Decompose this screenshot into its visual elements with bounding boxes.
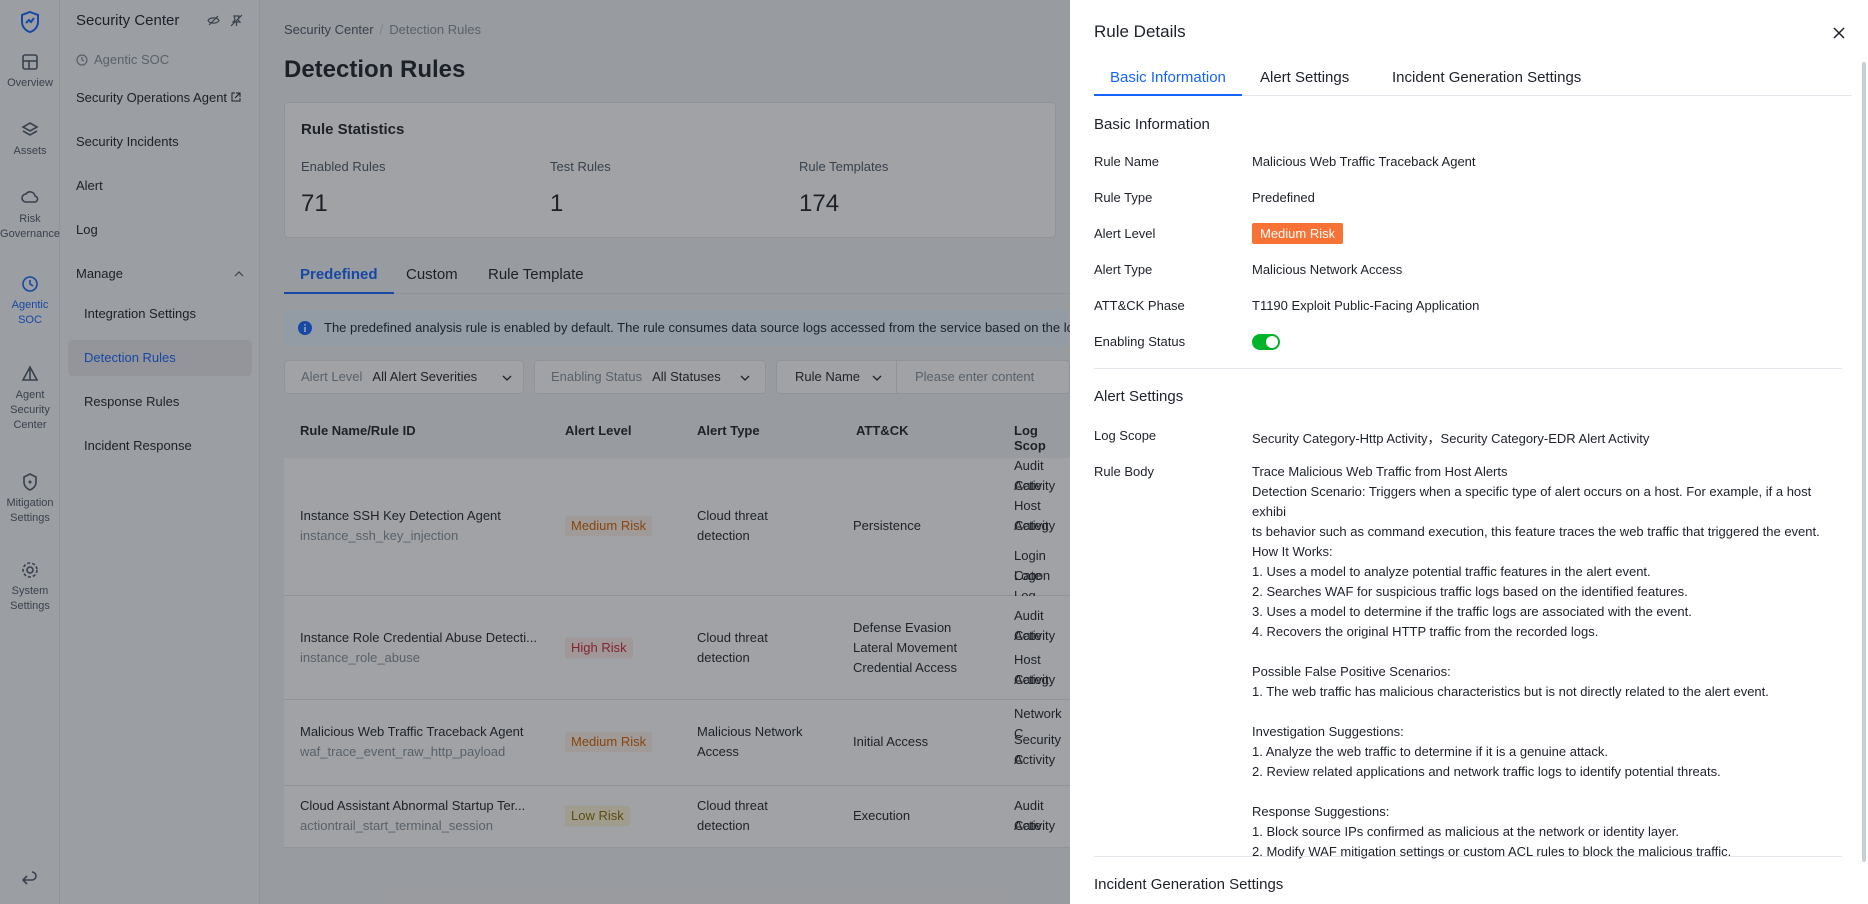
rule-body-line: Response Suggestions: — [1252, 804, 1390, 819]
rule-body-line: Detection Scenario: Triggers when a spec… — [1252, 484, 1812, 519]
alert-level-label: Alert Level — [1094, 226, 1156, 241]
tab-alert-settings[interactable]: Alert Settings — [1260, 69, 1349, 96]
rule-details-drawer: Rule Details Basic Information Alert Set… — [1070, 0, 1868, 904]
log-scope-value: Security Category-Http Activity，Security… — [1252, 431, 1650, 446]
rule-body-line: Investigation Suggestions: — [1252, 724, 1404, 739]
drawer-tabs: Basic Information Alert Settings Inciden… — [1094, 62, 1852, 96]
close-icon[interactable] — [1832, 26, 1846, 40]
rule-body-line — [1252, 702, 1842, 722]
tab-basic-information[interactable]: Basic Information — [1094, 69, 1242, 96]
rule-body-line: 4. Recovers the original HTTP traffic fr… — [1252, 624, 1599, 639]
alert-type-value: Malicious Network Access — [1252, 262, 1403, 277]
rule-body-line: 1. Block source IPs confirmed as malicio… — [1252, 824, 1680, 839]
attck-phase-label: ATT&CK Phase — [1094, 298, 1185, 313]
rule-body-line — [1252, 642, 1842, 662]
rule-body-line: ts behavior such as command execution, t… — [1252, 524, 1820, 539]
rule-body-line: 2. Modify WAF mitigation settings or cus… — [1252, 844, 1732, 859]
divider — [1094, 368, 1842, 369]
attck-phase-value: T1190 Exploit Public-Facing Application — [1252, 298, 1480, 313]
drawer-title: Rule Details — [1094, 22, 1186, 41]
rule-body-line: Possible False Positive Scenarios: — [1252, 664, 1451, 679]
rule-body-line: Trace Malicious Web Traffic from Host Al… — [1252, 464, 1508, 479]
rule-type-value: Predefined — [1252, 190, 1315, 205]
section-title-basic: Basic Information — [1094, 116, 1210, 133]
modal-overlay[interactable] — [0, 0, 1070, 904]
rule-name-label: Rule Name — [1094, 154, 1160, 169]
log-scope-label: Log Scope — [1094, 428, 1157, 443]
tab-incident-generation-settings[interactable]: Incident Generation Settings — [1392, 69, 1581, 96]
rule-body-label: Rule Body — [1094, 464, 1154, 479]
rule-body-line — [1252, 782, 1842, 802]
rule-body-line: 3. Uses a model to determine if the traf… — [1252, 604, 1692, 619]
rule-body-text: Trace Malicious Web Traffic from Host Al… — [1252, 462, 1842, 862]
rule-name-value: Malicious Web Traffic Traceback Agent — [1252, 154, 1476, 169]
rule-type-label: Rule Type — [1094, 190, 1153, 205]
rule-body-line: 1. Analyze the web traffic to determine … — [1252, 744, 1609, 759]
rule-body-line: How It Works: — [1252, 544, 1333, 559]
enabling-status-label: Enabling Status — [1094, 334, 1186, 349]
drawer-scrollbar[interactable] — [1862, 62, 1866, 862]
alert-type-label: Alert Type — [1094, 262, 1153, 277]
rule-body-line: 2. Review related applications and netwo… — [1252, 764, 1721, 779]
alert-level-badge: Medium Risk — [1252, 223, 1344, 244]
divider — [1094, 856, 1842, 857]
section-title-incident: Incident Generation Settings — [1094, 876, 1284, 893]
enabling-status-toggle[interactable] — [1252, 334, 1280, 350]
section-title-alert: Alert Settings — [1094, 388, 1184, 405]
rule-body-line: 1. Uses a model to analyze potential tra… — [1252, 564, 1651, 579]
rule-body-line: 2. Searches WAF for suspicious traffic l… — [1252, 584, 1688, 599]
rule-body-line: 1. The web traffic has malicious charact… — [1252, 684, 1769, 699]
